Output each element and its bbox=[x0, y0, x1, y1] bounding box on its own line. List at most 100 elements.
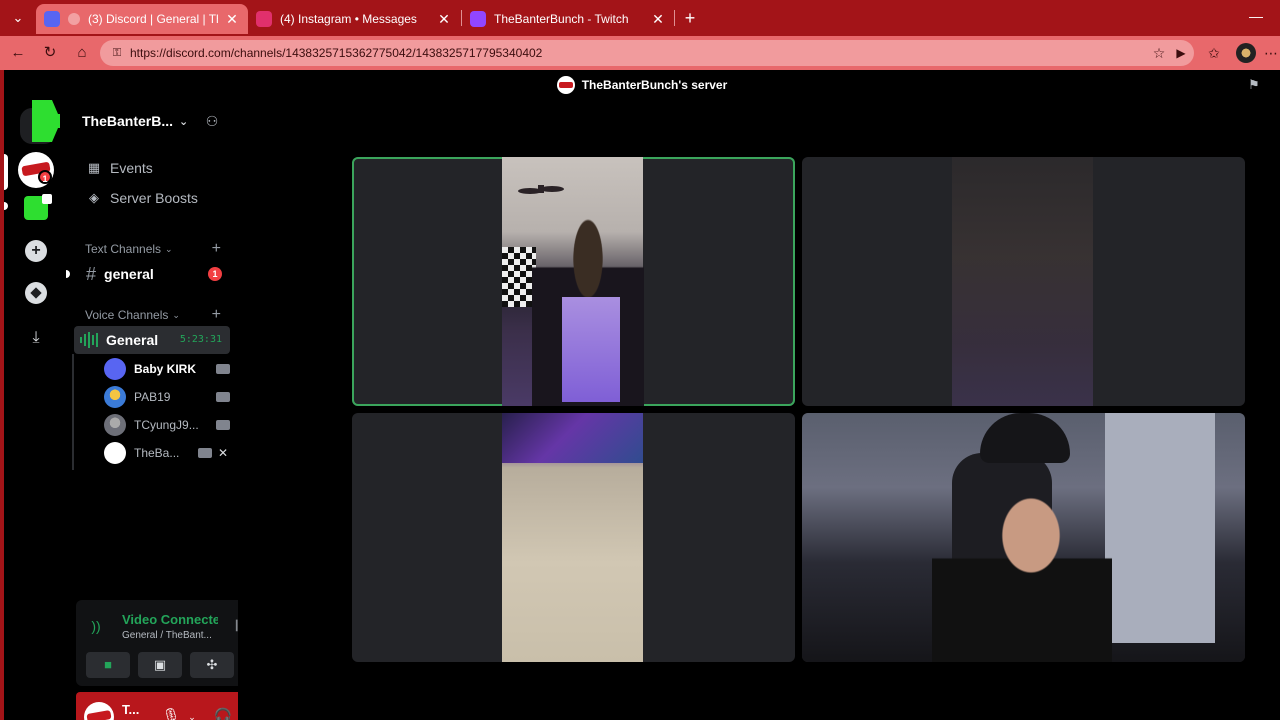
server-name: TheBanterB... bbox=[82, 113, 174, 129]
avatar bbox=[104, 414, 126, 436]
tab-title: TheBanterBunch - Twitch bbox=[494, 12, 629, 26]
back-icon[interactable]: ← bbox=[6, 41, 30, 65]
more-menu-icon[interactable]: ⋯ bbox=[1262, 41, 1280, 65]
connection-status: Video Connected bbox=[122, 612, 218, 627]
avatar bbox=[104, 358, 126, 380]
video-tile[interactable] bbox=[352, 413, 795, 662]
user-name: PAB19 bbox=[134, 390, 171, 404]
home-icon[interactable]: ⌂ bbox=[70, 41, 94, 65]
tv-screen bbox=[502, 413, 643, 463]
close-tab-icon[interactable]: ✕ bbox=[650, 11, 666, 28]
browser-window: ⌄ (3) Discord | General | TheBan ✕ (4) I… bbox=[0, 0, 1280, 720]
site-info-icon[interactable]: ⚿ bbox=[110, 46, 124, 60]
cap bbox=[980, 413, 1070, 463]
chevron-down-icon: ⌄ bbox=[172, 309, 180, 320]
server-rail: 2 1 + ⤓ bbox=[4, 96, 115, 720]
camera-icon bbox=[216, 364, 230, 374]
events-label: Events bbox=[110, 160, 153, 176]
create-channel-icon[interactable]: + bbox=[212, 306, 221, 324]
screen-share-icon bbox=[42, 194, 52, 204]
person bbox=[932, 493, 1112, 662]
connection-signal-icon[interactable]: )) bbox=[86, 616, 106, 636]
instagram-favicon-icon bbox=[256, 11, 272, 27]
close-tab-icon[interactable]: ✕ bbox=[224, 11, 240, 28]
bookmark-star-icon[interactable]: ☆ bbox=[1150, 44, 1168, 62]
create-channel-icon[interactable]: + bbox=[212, 240, 221, 258]
browser-toolbar: ← ↻ ⌂ ⚿ https://discord.com/channels/143… bbox=[0, 36, 1280, 70]
door bbox=[1105, 413, 1215, 643]
boosts-label: Server Boosts bbox=[110, 190, 198, 206]
voice-activity-icon bbox=[80, 332, 98, 348]
address-bar[interactable]: ⚿ https://discord.com/channels/143832571… bbox=[100, 40, 1194, 66]
avatar[interactable] bbox=[84, 702, 114, 720]
mention-badge: 1 bbox=[38, 170, 52, 184]
category-label: Voice Channels bbox=[85, 308, 169, 322]
shirt bbox=[562, 297, 620, 402]
url-text[interactable]: https://discord.com/channels/14383257153… bbox=[130, 46, 542, 60]
camera-toggle-button[interactable]: ■ bbox=[86, 652, 130, 678]
voice-channel-name: General bbox=[106, 332, 159, 348]
chevron-down-icon: ⌄ bbox=[179, 115, 189, 128]
unread-indicator bbox=[66, 270, 70, 278]
discord-app: TheBanterBunch's server ⚑ 2 1 + ⤓ bbox=[4, 70, 1280, 720]
server-boosts-item[interactable]: ◈ Server Boosts bbox=[76, 184, 230, 212]
selected-server-indicator bbox=[4, 154, 8, 190]
webcam-feed bbox=[502, 157, 644, 406]
tab-instagram[interactable]: (4) Instagram • Messages ✕ bbox=[248, 4, 460, 34]
video-tile[interactable] bbox=[802, 157, 1245, 406]
user-name: TheBa... bbox=[134, 446, 180, 460]
video-grid bbox=[238, 100, 1280, 720]
category-label: Text Channels bbox=[85, 242, 162, 256]
text-channels-category[interactable]: Text Channels ⌄ + bbox=[76, 240, 230, 258]
events-item[interactable]: ▦ Events bbox=[76, 154, 230, 182]
user-name: Baby KIRK bbox=[134, 362, 197, 376]
calendar-icon: ▦ bbox=[87, 160, 101, 175]
chevron-down-icon[interactable]: ⌄ bbox=[186, 706, 198, 720]
favorites-icon[interactable]: ✩ bbox=[1202, 41, 1226, 65]
invite-people-icon[interactable]: ⚇ bbox=[202, 111, 222, 131]
discord-favicon-icon bbox=[44, 11, 60, 27]
user-name: TCyungJ9... bbox=[134, 418, 199, 432]
webcam-feed bbox=[802, 413, 1245, 662]
tab-strip: ⌄ (3) Discord | General | TheBan ✕ (4) I… bbox=[0, 0, 1280, 36]
checkered-wall bbox=[502, 247, 536, 307]
voice-channels-category[interactable]: Voice Channels ⌄ + bbox=[76, 306, 230, 324]
voice-user[interactable]: Baby KIRK bbox=[104, 356, 230, 382]
username[interactable]: T... bbox=[122, 702, 150, 717]
server-header[interactable]: TheBanterB... ⌄ ⚇ bbox=[68, 100, 238, 142]
voice-channel-general[interactable]: General 5:23:31 bbox=[74, 326, 230, 354]
voice-user[interactable]: TCyungJ9... bbox=[104, 412, 230, 438]
mention-badge: 1 bbox=[208, 267, 222, 281]
minimize-window-icon[interactable]: — bbox=[1246, 6, 1266, 26]
video-tile[interactable] bbox=[352, 157, 795, 406]
tab-title: (3) Discord | General | TheBan bbox=[88, 12, 218, 26]
tab-twitch[interactable]: TheBanterBunch - Twitch ✕ bbox=[462, 4, 674, 34]
activities-button[interactable]: ✣ bbox=[190, 652, 234, 678]
discover-icon[interactable] bbox=[25, 282, 47, 304]
ceiling-fan bbox=[518, 185, 564, 194]
twitch-favicon-icon bbox=[470, 11, 486, 27]
connection-location[interactable]: General / TheBant... bbox=[122, 630, 218, 641]
reload-icon[interactable]: ↻ bbox=[38, 41, 62, 65]
voice-user[interactable]: TheBa... ✕ bbox=[104, 440, 230, 466]
tab-discord[interactable]: (3) Discord | General | TheBan ✕ bbox=[36, 4, 248, 34]
avatar bbox=[104, 442, 126, 464]
download-icon[interactable]: ⤓ bbox=[24, 326, 48, 350]
deafened-icon: ✕ bbox=[217, 446, 229, 460]
microphone-icon[interactable]: 🎙 bbox=[160, 706, 182, 720]
audio-playing-icon[interactable] bbox=[68, 13, 80, 25]
share-screen-button[interactable]: ▣ bbox=[138, 652, 182, 678]
inbox-icon[interactable]: ⚑ bbox=[1246, 77, 1262, 93]
add-server-icon[interactable]: + bbox=[25, 240, 47, 262]
video-tile[interactable] bbox=[802, 413, 1245, 662]
channel-general[interactable]: # general 1 bbox=[76, 260, 230, 288]
profile-avatar-icon[interactable] bbox=[1236, 43, 1256, 63]
title-text: TheBanterBunch's server bbox=[581, 78, 728, 92]
new-tab-button[interactable]: + bbox=[678, 6, 702, 30]
headphones-icon[interactable]: 🎧 bbox=[212, 706, 234, 720]
voice-user[interactable]: PAB19 bbox=[104, 384, 230, 410]
close-tab-icon[interactable]: ✕ bbox=[436, 11, 452, 28]
tab-search-icon[interactable]: ⌄ bbox=[6, 6, 30, 30]
server-icon bbox=[556, 76, 575, 94]
camera-in-use-icon[interactable]: ▶ bbox=[1172, 44, 1190, 62]
